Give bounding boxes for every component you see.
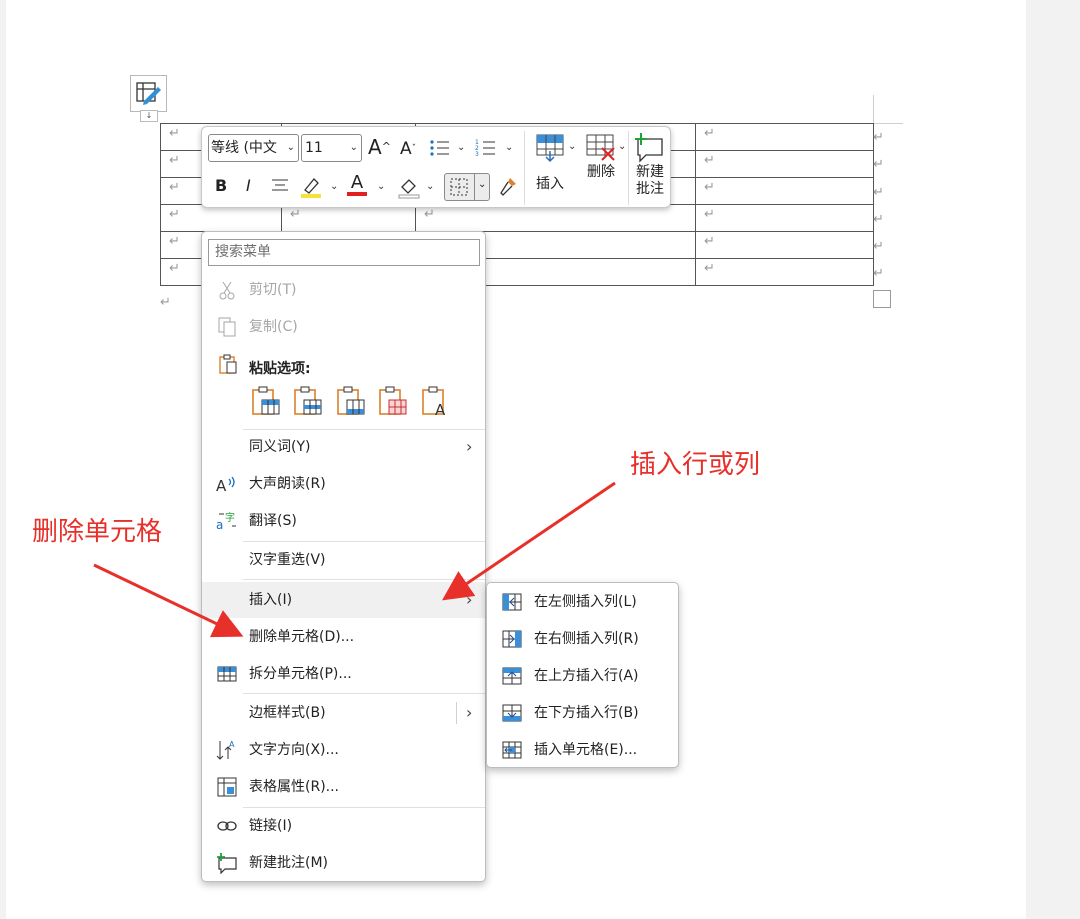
annotation-arrow-delete bbox=[93, 563, 244, 638]
annotation-arrows bbox=[93, 481, 616, 638]
annotation-arrow-insert bbox=[442, 481, 616, 601]
